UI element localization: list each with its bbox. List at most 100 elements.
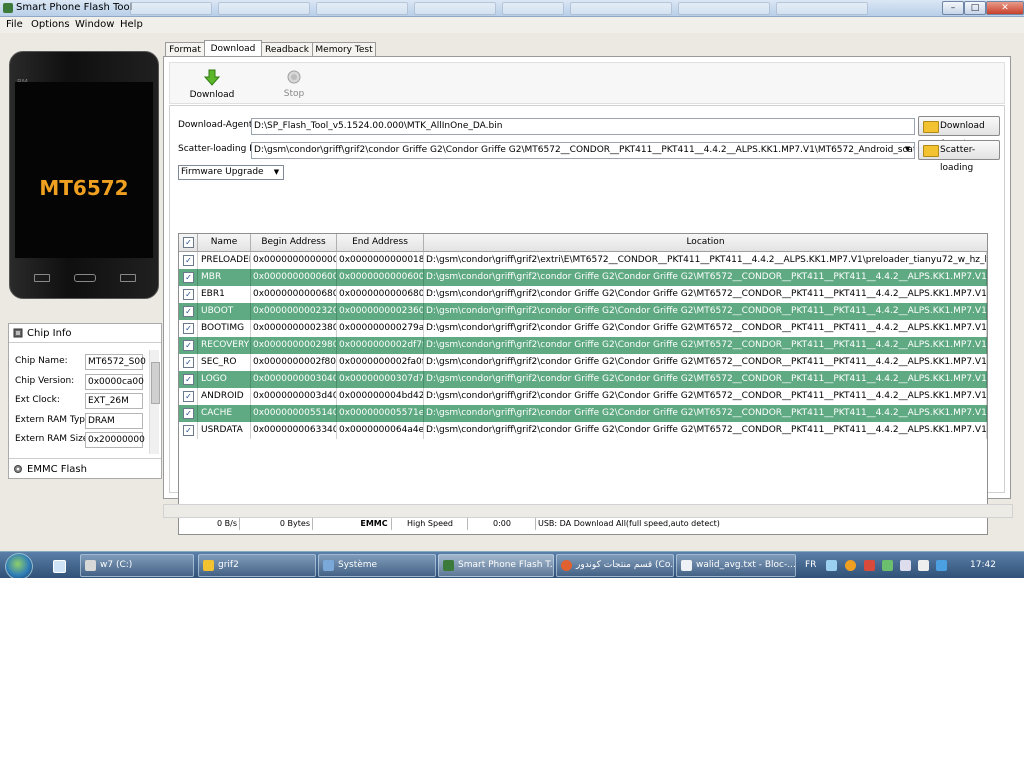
chip-info-header[interactable]: Chip Info <box>9 324 161 343</box>
minimize-button[interactable]: – <box>942 1 964 15</box>
phone-illustration: BM MT6572 <box>9 51 159 299</box>
row-checkbox[interactable]: ✓ <box>183 374 194 385</box>
cell-end: 0x00000000006001ff <box>337 269 424 286</box>
taskbar-item-folder[interactable]: grif2 <box>198 554 316 577</box>
table-row[interactable]: ✓ MBR0x00000000006000000x00000000006001ff… <box>179 269 987 286</box>
menu-file[interactable]: File <box>6 19 23 30</box>
taskbar-item-drive[interactable]: w7 (C:) <box>80 554 194 577</box>
browser-icon <box>561 560 572 571</box>
connection-icon[interactable] <box>936 560 947 571</box>
row-checkbox[interactable]: ✓ <box>183 306 194 317</box>
tray-app-icon[interactable] <box>882 560 893 571</box>
table-row[interactable]: ✓ EBR10x00000000006800000x00000000006801f… <box>179 286 987 303</box>
column-header-location[interactable]: Location <box>424 234 987 252</box>
show-desktop-icon[interactable] <box>53 560 66 573</box>
taskbar-item-notepad[interactable]: walid_avg.txt - Bloc-... <box>676 554 796 577</box>
stop-button[interactable]: Stop <box>269 67 319 101</box>
select-all-header[interactable]: ✓ <box>179 234 198 252</box>
cell-begin: 0x0000000000600000 <box>251 269 337 286</box>
taskbar-item-browser[interactable]: قسم منتجات كوندور (Co... <box>556 554 674 577</box>
app-icon <box>3 3 13 13</box>
cell-name: SEC_RO <box>198 354 251 371</box>
row-checkbox[interactable]: ✓ <box>183 255 194 266</box>
chevron-down-icon[interactable]: ▼ <box>902 143 913 156</box>
taskbar-item-system[interactable]: Système <box>318 554 436 577</box>
app-icon <box>443 560 454 571</box>
row-check-cell: ✓ <box>179 252 198 269</box>
download-mode-select[interactable]: Firmware Upgrade ▼ <box>178 165 284 180</box>
download-agent-path[interactable]: D:\SP_Flash_Tool_v5.1524.00.000\MTK_AllI… <box>251 118 915 135</box>
scatter-loading-button[interactable]: Scatter-loading <box>918 140 1000 173</box>
table-row[interactable]: ✓ LOGO0x00000000030400000x00000000307d7ad… <box>179 371 987 388</box>
notepad-icon <box>681 560 692 571</box>
table-row[interactable]: ✓ SEC_RO0x0000000002f800000x0000000002fa0… <box>179 354 987 371</box>
row-checkbox[interactable]: ✓ <box>183 340 194 351</box>
tab-readback[interactable]: Readback <box>261 42 313 57</box>
table-row[interactable]: ✓ USRDATA0x00000000633400000x0000000064a4… <box>179 422 987 439</box>
chip-info-title: Chip Info <box>27 328 72 339</box>
row-checkbox[interactable]: ✓ <box>183 289 194 300</box>
tab-memory-test[interactable]: Memory Test <box>312 42 376 57</box>
chip-info-scrollbar[interactable] <box>149 350 160 454</box>
background-window-tab <box>218 2 310 15</box>
language-indicator[interactable]: FR <box>805 560 816 570</box>
table-row[interactable]: ✓ BOOTIMG0x00000000023800000x000000000279… <box>179 320 987 337</box>
menu-window[interactable]: Window <box>75 19 114 30</box>
cell-location: D:\gsm\condor\griff\grif2\condor Griffe … <box>424 388 987 405</box>
row-checkbox[interactable]: ✓ <box>183 357 194 368</box>
column-header-name[interactable]: Name <box>198 234 251 252</box>
chip-name-value: MT6572_S00 <box>85 354 146 370</box>
taskbar-item-label: w7 (C:) <box>100 560 133 570</box>
table-row[interactable]: ✓ ANDROID0x0000000003d400000x000000004bd4… <box>179 388 987 405</box>
maximize-button[interactable]: □ <box>964 1 986 15</box>
menu-options[interactable]: Options <box>31 19 70 30</box>
cell-begin: 0x0000000002380000 <box>251 320 337 337</box>
network-icon[interactable] <box>826 560 837 571</box>
emmc-flash-header[interactable]: EMMC Flash <box>9 458 161 479</box>
security-icon[interactable] <box>864 560 875 571</box>
row-check-cell: ✓ <box>179 337 198 354</box>
select-all-checkbox[interactable]: ✓ <box>183 237 194 248</box>
table-row[interactable]: ✓ PRELOADER0x00000000000000000x0000000000… <box>179 252 987 269</box>
cell-location: D:\gsm\condor\griff\grif2\condor Griffe … <box>424 303 987 320</box>
taskbar-item-label: walid_avg.txt - Bloc-... <box>696 560 796 570</box>
antivirus-icon[interactable] <box>845 560 856 571</box>
row-checkbox[interactable]: ✓ <box>183 425 194 436</box>
scatter-file-path[interactable]: D:\gsm\condor\griff\grif2\condor Griffe … <box>251 142 915 159</box>
chevron-down-icon[interactable]: ▼ <box>271 166 282 179</box>
download-agent-button[interactable]: Download Agent <box>918 116 1000 149</box>
table-row[interactable]: ✓ UBOOT0x00000000023200000x00000000023605… <box>179 303 987 320</box>
cell-begin: 0x0000000003040000 <box>251 371 337 388</box>
start-button[interactable] <box>5 553 33 578</box>
row-checkbox[interactable]: ✓ <box>183 323 194 334</box>
cell-name: BOOTIMG <box>198 320 251 337</box>
clock[interactable]: 17:42 <box>970 560 996 570</box>
cell-location: D:\gsm\condor\griff\grif2\condor Griffe … <box>424 286 987 303</box>
row-checkbox[interactable]: ✓ <box>183 391 194 402</box>
volume-icon[interactable] <box>918 560 929 571</box>
table-row[interactable]: ✓ CACHE0x00000000551400000x000000005571e0… <box>179 405 987 422</box>
column-header-end-address[interactable]: End Address <box>337 234 424 252</box>
emmc-flash-label: EMMC Flash <box>27 464 87 475</box>
cell-location: D:\gsm\condor\griff\grif2\condor Griffe … <box>424 320 987 337</box>
menu-bar: File Options Window Help <box>0 17 1024 33</box>
taskbar-item-flash-tool[interactable]: Smart Phone Flash T... <box>438 554 554 577</box>
row-checkbox[interactable]: ✓ <box>183 408 194 419</box>
taskbar-item-label: grif2 <box>218 560 239 570</box>
tab-format[interactable]: Format <box>165 42 205 57</box>
row-check-cell: ✓ <box>179 303 198 320</box>
ext-clock-value: EXT_26M <box>85 393 143 409</box>
scrollbar-thumb[interactable] <box>151 362 160 404</box>
column-header-begin-address[interactable]: Begin Address <box>251 234 337 252</box>
stop-icon <box>287 70 301 84</box>
download-button[interactable]: Download <box>187 67 237 101</box>
close-button[interactable]: ✕ <box>986 1 1024 15</box>
device-icon[interactable] <box>900 560 911 571</box>
cell-name: USRDATA <box>198 422 251 439</box>
row-checkbox[interactable]: ✓ <box>183 272 194 283</box>
table-row[interactable]: ✓ RECOVERY0x00000000029800000x0000000002d… <box>179 337 987 354</box>
phone-screen <box>15 82 153 258</box>
window-title: Smart Phone Flash Tool <box>16 2 133 13</box>
row-check-cell: ✓ <box>179 388 198 405</box>
menu-help[interactable]: Help <box>120 19 143 30</box>
